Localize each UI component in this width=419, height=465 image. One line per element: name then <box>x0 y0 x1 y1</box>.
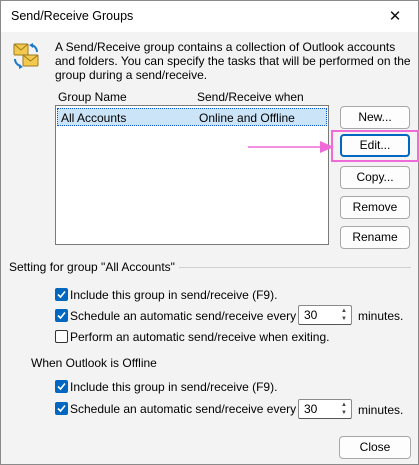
description-text: A Send/Receive group contains a collecti… <box>55 40 411 82</box>
schedule-option[interactable]: Schedule an automatic send/receive every <box>55 308 297 324</box>
spin-down-icon[interactable]: ▼ <box>339 315 349 323</box>
send-receive-icon <box>13 43 39 69</box>
schedule-minutes-stepper[interactable]: 30 ▲ ▼ <box>298 305 352 325</box>
checkbox-checked-icon[interactable] <box>55 402 68 415</box>
include-group-label: Include this group in send/receive (F9). <box>70 288 278 302</box>
window-title: Send/Receive Groups <box>11 9 134 23</box>
column-header-send-receive-when[interactable]: Send/Receive when <box>197 90 304 104</box>
annotation-highlight-box <box>331 130 419 162</box>
list-item[interactable]: All Accounts Online and Offline <box>57 108 327 126</box>
group-settings-label: Setting for group "All Accounts" <box>9 260 175 274</box>
schedule-minutes-value: 30 <box>304 308 318 322</box>
send-receive-groups-dialog: Send/Receive Groups ✕ A Send/Receive gro… <box>0 0 419 465</box>
spin-up-icon[interactable]: ▲ <box>339 401 349 409</box>
offline-schedule-option[interactable]: Schedule an automatic send/receive every <box>55 401 297 417</box>
offline-include-group-label: Include this group in send/receive (F9). <box>70 380 278 394</box>
checkbox-checked-icon[interactable] <box>55 309 68 322</box>
close-button[interactable]: Close <box>339 436 411 459</box>
new-button[interactable]: New... <box>340 106 410 129</box>
checkbox-unchecked-icon[interactable] <box>55 330 68 343</box>
offline-minutes-label: minutes. <box>358 403 404 417</box>
groups-list[interactable]: All Accounts Online and Offline <box>55 105 329 245</box>
on-exit-label: Perform an automatic send/receive when e… <box>70 330 330 344</box>
send-receive-when-cell: Online and Offline <box>199 111 295 125</box>
offline-settings-label: When Outlook is Offline <box>31 356 157 370</box>
offline-schedule-minutes-value: 30 <box>304 402 318 416</box>
window-close-icon[interactable]: ✕ <box>372 1 418 32</box>
group-name-cell: All Accounts <box>61 111 127 125</box>
checkbox-checked-icon[interactable] <box>55 288 68 301</box>
column-header-group-name[interactable]: Group Name <box>58 90 127 104</box>
annotation-arrow-icon <box>248 141 334 153</box>
minutes-label: minutes. <box>358 309 404 323</box>
rename-button[interactable]: Rename <box>340 226 410 249</box>
checkbox-checked-icon[interactable] <box>55 380 68 393</box>
spin-up-icon[interactable]: ▲ <box>339 307 349 315</box>
offline-schedule-label: Schedule an automatic send/receive every <box>70 402 297 416</box>
copy-button[interactable]: Copy... <box>340 166 410 189</box>
divider <box>179 267 411 268</box>
offline-schedule-minutes-stepper[interactable]: 30 ▲ ▼ <box>298 399 352 419</box>
schedule-label: Schedule an automatic send/receive every <box>70 309 297 323</box>
remove-button[interactable]: Remove <box>340 196 410 219</box>
spin-down-icon[interactable]: ▼ <box>339 409 349 417</box>
title-bar: Send/Receive Groups ✕ <box>1 1 418 32</box>
